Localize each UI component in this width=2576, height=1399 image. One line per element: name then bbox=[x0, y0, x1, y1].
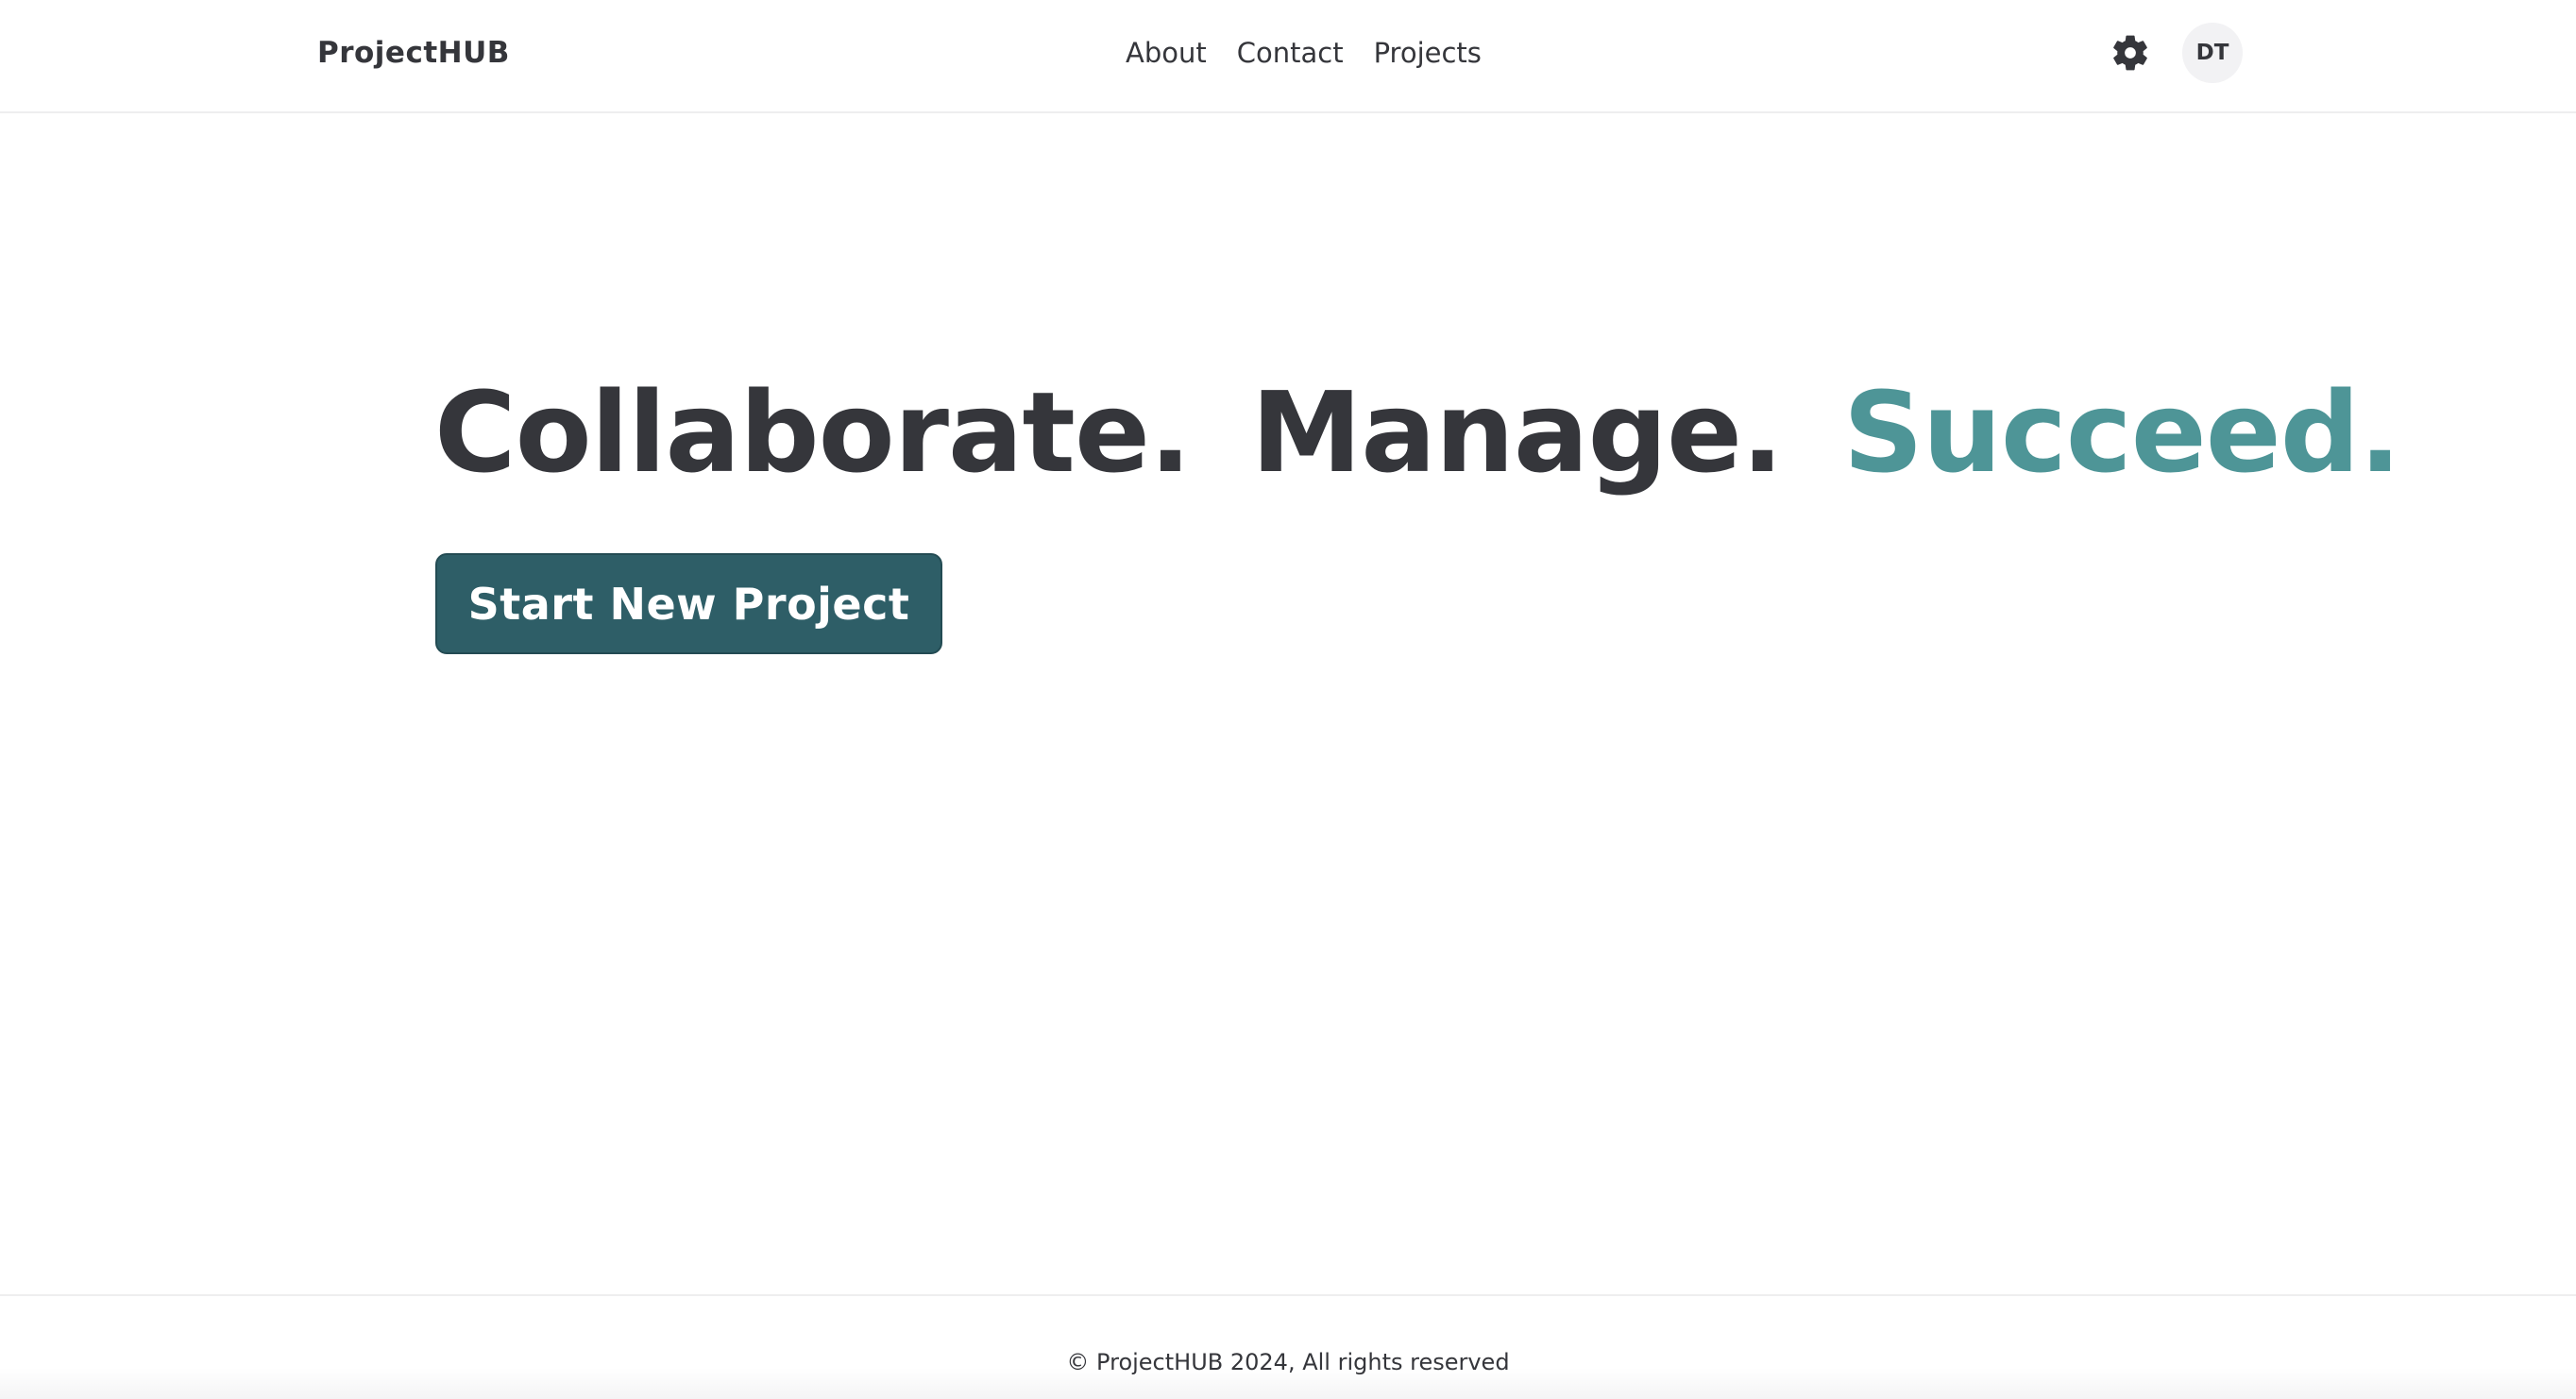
site-header: ProjectHUB About Contact Projects DT bbox=[0, 0, 2576, 113]
main-nav: About Contact Projects bbox=[1126, 32, 1482, 74]
nav-link-contact[interactable]: Contact bbox=[1237, 32, 1344, 74]
nav-link-about[interactable]: About bbox=[1126, 32, 1207, 74]
start-new-project-button[interactable]: Start New Project bbox=[435, 553, 942, 654]
hero-word-succeed: Succeed. bbox=[1842, 367, 2401, 497]
hero-title: Collaborate. Manage. Succeed. bbox=[434, 366, 2401, 498]
gear-icon bbox=[2113, 35, 2147, 71]
user-avatar[interactable]: DT bbox=[2182, 23, 2243, 83]
footer-copyright: © ProjectHUB 2024, All rights reserved bbox=[1066, 1349, 1510, 1375]
page: ProjectHUB About Contact Projects DT Col… bbox=[0, 0, 2576, 1399]
brand-logo-link[interactable]: ProjectHUB bbox=[317, 32, 510, 74]
settings-button[interactable] bbox=[2106, 28, 2155, 77]
hero-word-collaborate: Collaborate. bbox=[434, 367, 1192, 497]
nav-link-projects[interactable]: Projects bbox=[1374, 32, 1482, 74]
site-footer: © ProjectHUB 2024, All rights reserved bbox=[0, 1294, 2576, 1399]
hero-word-manage: Manage. bbox=[1250, 367, 1784, 497]
